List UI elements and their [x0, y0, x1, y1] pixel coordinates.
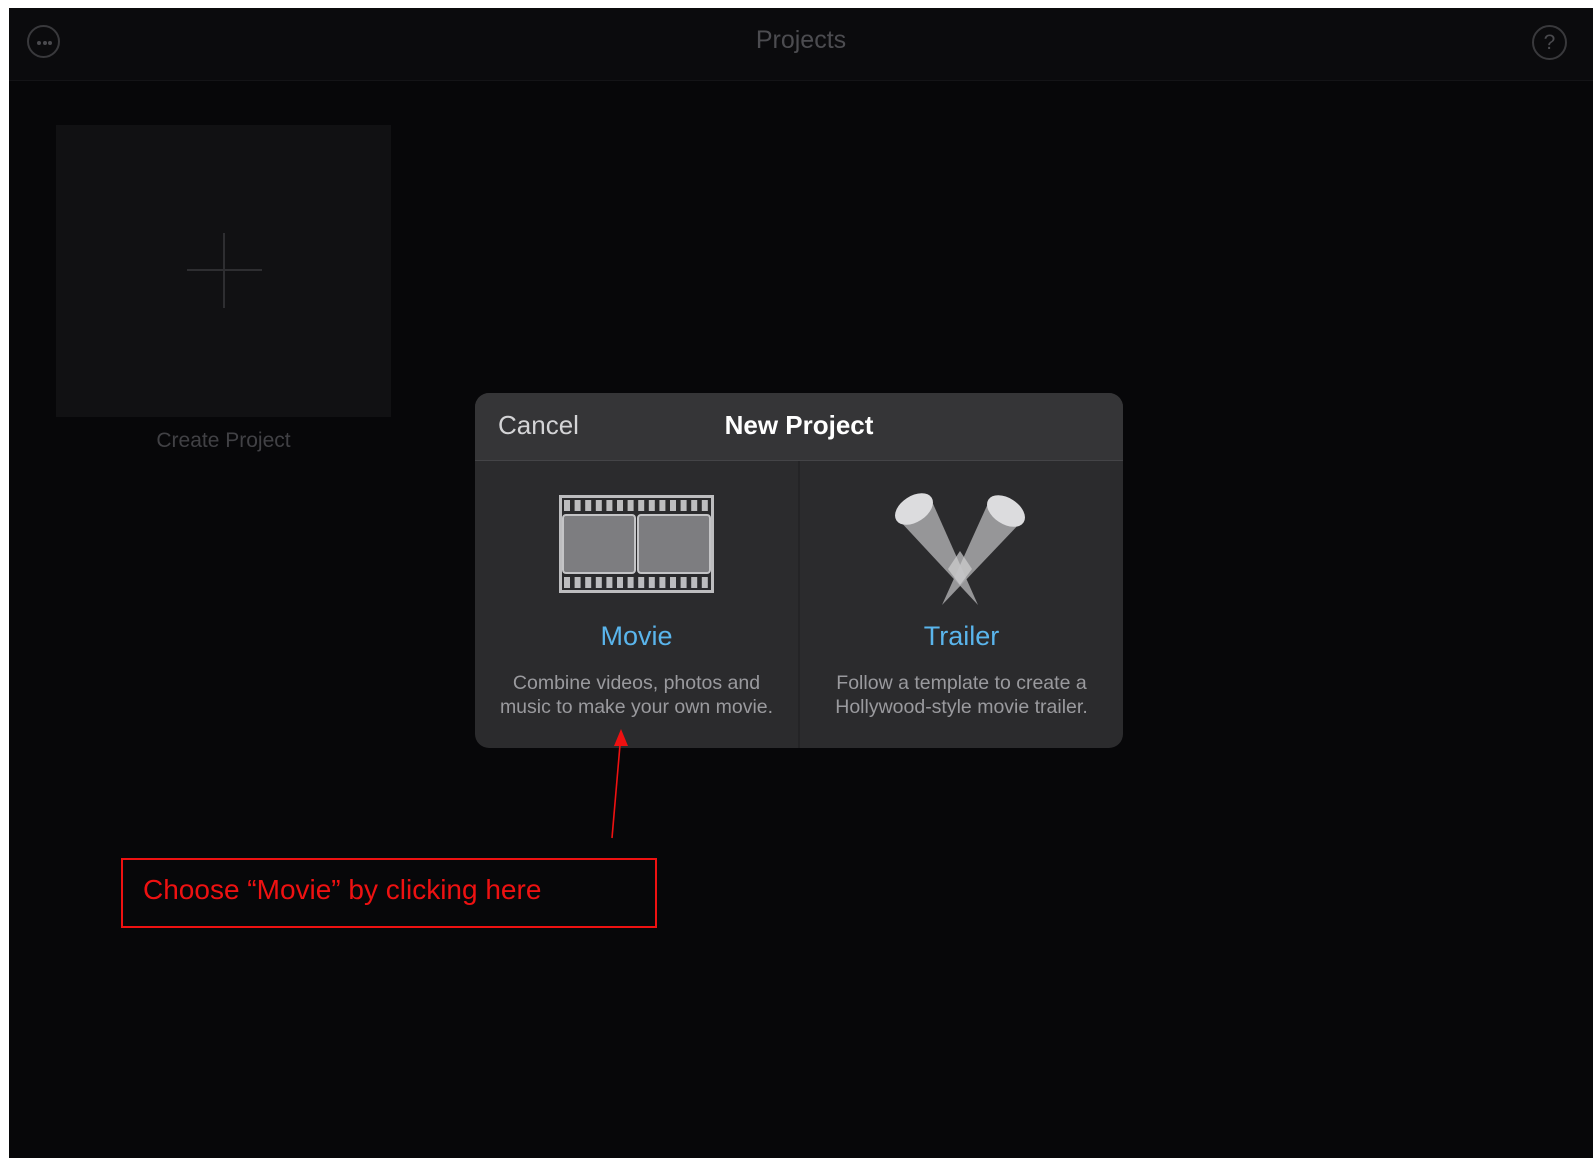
annotation-arrow	[611, 729, 628, 839]
